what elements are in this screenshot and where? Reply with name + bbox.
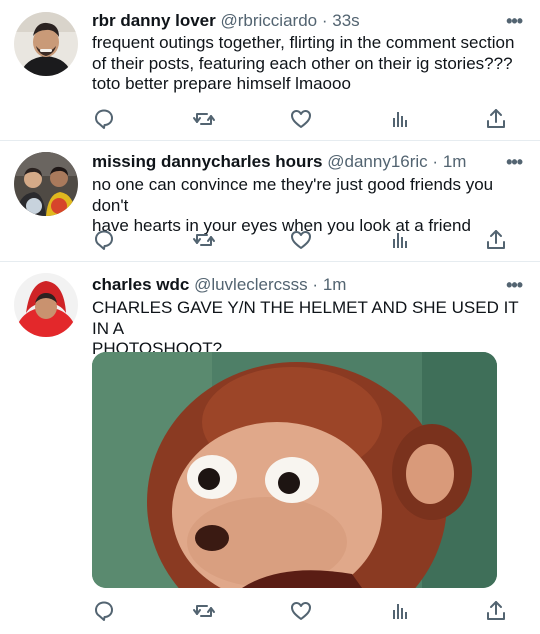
tweet-line: of their posts, featuring each other on … — [92, 53, 513, 73]
share-icon[interactable] — [484, 228, 508, 252]
reply-icon[interactable] — [92, 228, 116, 252]
tweet-line: CHARLES GAVE Y/N THE HELMET AND SHE USED… — [92, 298, 519, 338]
user-handle[interactable]: @rbricciardo — [221, 11, 318, 30]
analytics-icon[interactable] — [388, 107, 412, 131]
retweet-icon[interactable] — [192, 107, 216, 131]
like-icon[interactable] — [289, 107, 313, 131]
tweet-media-image[interactable] — [92, 352, 497, 588]
share-icon[interactable] — [484, 599, 508, 623]
more-options-icon[interactable]: ••• — [506, 275, 523, 296]
like-icon[interactable] — [289, 228, 313, 252]
user-handle[interactable]: @luvleclercsss — [194, 275, 308, 294]
tweet-1[interactable]: rbr danny lover @rbricciardo · 33s ••• f… — [0, 0, 540, 140]
share-icon[interactable] — [484, 107, 508, 131]
separator-dot: · — [432, 152, 439, 171]
avatar[interactable] — [14, 273, 78, 337]
tweet-header: rbr danny lover @rbricciardo · 33s — [92, 11, 526, 31]
retweet-icon[interactable] — [192, 228, 216, 252]
analytics-icon[interactable] — [388, 228, 412, 252]
separator-dot: · — [321, 11, 328, 30]
display-name[interactable]: charles wdc — [92, 275, 189, 294]
user-handle[interactable]: @danny16ric — [327, 152, 427, 171]
more-options-icon[interactable]: ••• — [506, 11, 523, 32]
tweet-header: charles wdc @luvleclercsss · 1m — [92, 275, 526, 295]
like-icon[interactable] — [289, 599, 313, 623]
tweet-actions — [92, 107, 512, 131]
retweet-icon[interactable] — [192, 599, 216, 623]
tweet-text: CHARLES GAVE Y/N THE HELMET AND SHE USED… — [92, 298, 526, 360]
avatar[interactable] — [14, 152, 78, 216]
timestamp[interactable]: 1m — [323, 275, 347, 294]
avatar[interactable] — [14, 12, 78, 76]
timestamp[interactable]: 1m — [443, 152, 467, 171]
reply-icon[interactable] — [92, 107, 116, 131]
more-options-icon[interactable]: ••• — [506, 152, 523, 173]
display-name[interactable]: missing dannycharles hours — [92, 152, 323, 171]
reply-icon[interactable] — [92, 599, 116, 623]
timestamp[interactable]: 33s — [332, 11, 359, 30]
tweet-actions — [92, 599, 512, 623]
tweet-header: missing dannycharles hours @danny16ric ·… — [92, 152, 526, 172]
tweet-actions — [92, 228, 512, 252]
analytics-icon[interactable] — [388, 599, 412, 623]
tweet-2[interactable]: missing dannycharles hours @danny16ric ·… — [0, 141, 540, 261]
display-name[interactable]: rbr danny lover — [92, 11, 216, 30]
separator-dot: · — [312, 275, 319, 294]
tweet-text: frequent outings together, flirting in t… — [92, 33, 526, 95]
tweet-line: frequent outings together, flirting in t… — [92, 33, 515, 52]
tweet-line: toto better prepare himself lmaooo — [92, 74, 351, 93]
tweet-3[interactable]: charles wdc @luvleclercsss · 1m ••• CHAR… — [0, 262, 540, 634]
tweet-line: no one can convince me they're just good… — [92, 175, 494, 215]
